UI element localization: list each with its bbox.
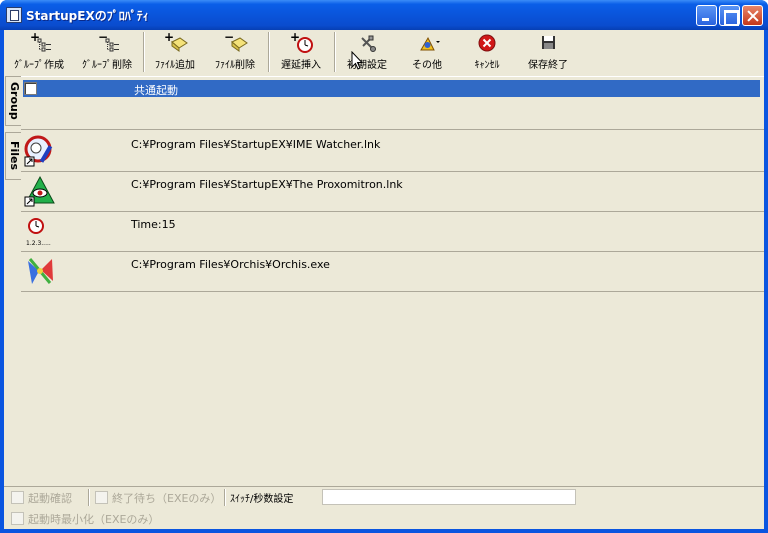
group-checkbox[interactable] [24, 82, 37, 95]
minimize-on-launch-checkbox[interactable] [11, 512, 24, 525]
proxomitron-icon [24, 175, 56, 207]
cancel-label: ｷｬﾝｾﾙ [474, 60, 500, 71]
minimize-on-launch-label: 起動時最小化（EXEのみ） [28, 513, 160, 526]
minimize-on-launch-option[interactable]: 起動時最小化（EXEのみ） [8, 510, 174, 527]
tab-group[interactable]: Group [5, 76, 21, 126]
minimize-button[interactable] [696, 5, 717, 26]
group-delete-label: ｸﾞﾙｰﾌﾟ削除 [82, 60, 132, 71]
tab-files[interactable]: Files [5, 132, 21, 180]
app-icon[interactable] [6, 7, 22, 23]
tools-icon [338, 32, 396, 54]
wait-finish-option[interactable]: 終了待ち（EXEのみ） [92, 489, 224, 506]
mouse-cursor-icon [351, 51, 364, 70]
option-bar: 起動確認 終了待ち（EXEのみ） ｽｲｯﾁ/秒数設定 [4, 486, 764, 506]
file-path: Time:15 [131, 218, 176, 231]
file-row[interactable]: C:¥Program Files¥StartupEX¥IME Watcher.l… [21, 132, 764, 172]
ime-watcher-icon [24, 135, 56, 167]
file-path: C:¥Program Files¥StartupEX¥The Proxomitr… [131, 178, 403, 191]
title-bar[interactable]: StartupEXのﾌﾟﾛﾊﾟﾃｨ [0, 0, 768, 30]
save-disk-icon [518, 32, 578, 54]
orchis-icon [24, 255, 56, 287]
file-row[interactable]: 1.2.3..... Time:15 [21, 212, 764, 252]
maximize-button[interactable] [719, 5, 740, 26]
toolbar-separator [334, 32, 336, 72]
switch-seconds-input[interactable] [322, 489, 576, 505]
window-title: StartupEXのﾌﾟﾛﾊﾟﾃｨ [26, 9, 149, 23]
file-add-label: ﾌｧｲﾙ追加 [155, 60, 195, 71]
launch-confirm-option[interactable]: 起動確認 [8, 489, 88, 506]
save-exit-label: 保存終了 [528, 60, 568, 71]
other-menu-icon [398, 32, 456, 54]
file-path: C:¥Program Files¥Orchis¥Orchis.exe [131, 258, 330, 271]
delay-insert-label: 遅延挿入 [281, 60, 321, 71]
initial-settings-button[interactable]: 初期設定 [338, 32, 396, 72]
delay-insert-button[interactable]: + 遅延挿入 [272, 30, 330, 72]
file-list: C:¥Program Files¥StartupEX¥IME Watcher.l… [21, 132, 764, 486]
cancel-button[interactable]: ｷｬﾝｾﾙ [458, 32, 516, 72]
group-list: 共通起動 [21, 76, 764, 130]
file-add-button[interactable]: + ﾌｧｲﾙ追加 [146, 30, 204, 72]
clock-add-icon: + [272, 30, 330, 54]
save-exit-button[interactable]: 保存終了 [518, 32, 578, 72]
status-divider [88, 489, 90, 506]
wait-finish-checkbox[interactable] [95, 491, 108, 504]
other-dropdown-button[interactable]: その他 [398, 32, 456, 72]
launch-confirm-label: 起動確認 [28, 492, 72, 505]
file-delete-button[interactable]: − ﾌｧｲﾙ削除 [206, 30, 264, 72]
group-row[interactable]: 共通起動 [23, 80, 760, 97]
client-area: + ｸﾞﾙｰﾌﾟ作成 − ｸﾞﾙｰﾌﾟ削除 + ﾌｧｲﾙ追加 − ﾌｧｲﾙ削除 … [4, 30, 764, 529]
app-window: StartupEXのﾌﾟﾛﾊﾟﾃｨ + ｸﾞﾙｰﾌﾟ作成 − ｸﾞﾙｰﾌﾟ削除 … [0, 0, 768, 533]
group-create-icon: + [6, 30, 72, 54]
file-row[interactable]: C:¥Program Files¥Orchis¥Orchis.exe [21, 252, 764, 292]
group-name: 共通起動 [134, 84, 178, 97]
switch-seconds-label: ｽｲｯﾁ/秒数設定 [230, 494, 294, 505]
file-path: C:¥Program Files¥StartupEX¥IME Watcher.l… [131, 138, 381, 151]
file-delete-icon: − [206, 30, 264, 54]
group-delete-icon: − [74, 30, 140, 54]
file-row[interactable]: C:¥Program Files¥StartupEX¥The Proxomitr… [21, 172, 764, 212]
clock-delay-icon: 1.2.3..... [24, 215, 56, 247]
wait-finish-label: 終了待ち（EXEのみ） [112, 492, 222, 505]
option-bar-2: 起動時最小化（EXEのみ） [4, 508, 174, 528]
cancel-icon [458, 32, 516, 54]
status-divider [224, 489, 226, 506]
launch-confirm-checkbox[interactable] [11, 491, 24, 504]
other-label: その他 [412, 60, 442, 71]
close-button[interactable] [742, 5, 763, 26]
initial-settings-label: 初期設定 [347, 60, 387, 71]
file-add-icon: + [146, 30, 204, 54]
icon-caption: 1.2.3..... [26, 240, 51, 247]
toolbar: + ｸﾞﾙｰﾌﾟ作成 − ｸﾞﾙｰﾌﾟ削除 + ﾌｧｲﾙ追加 − ﾌｧｲﾙ削除 … [4, 30, 580, 74]
group-delete-button[interactable]: − ｸﾞﾙｰﾌﾟ削除 [74, 30, 140, 72]
file-delete-label: ﾌｧｲﾙ削除 [215, 60, 255, 71]
toolbar-separator [268, 32, 270, 72]
group-create-label: ｸﾞﾙｰﾌﾟ作成 [14, 60, 64, 71]
toolbar-separator [143, 32, 145, 72]
group-create-button[interactable]: + ｸﾞﾙｰﾌﾟ作成 [6, 30, 72, 72]
